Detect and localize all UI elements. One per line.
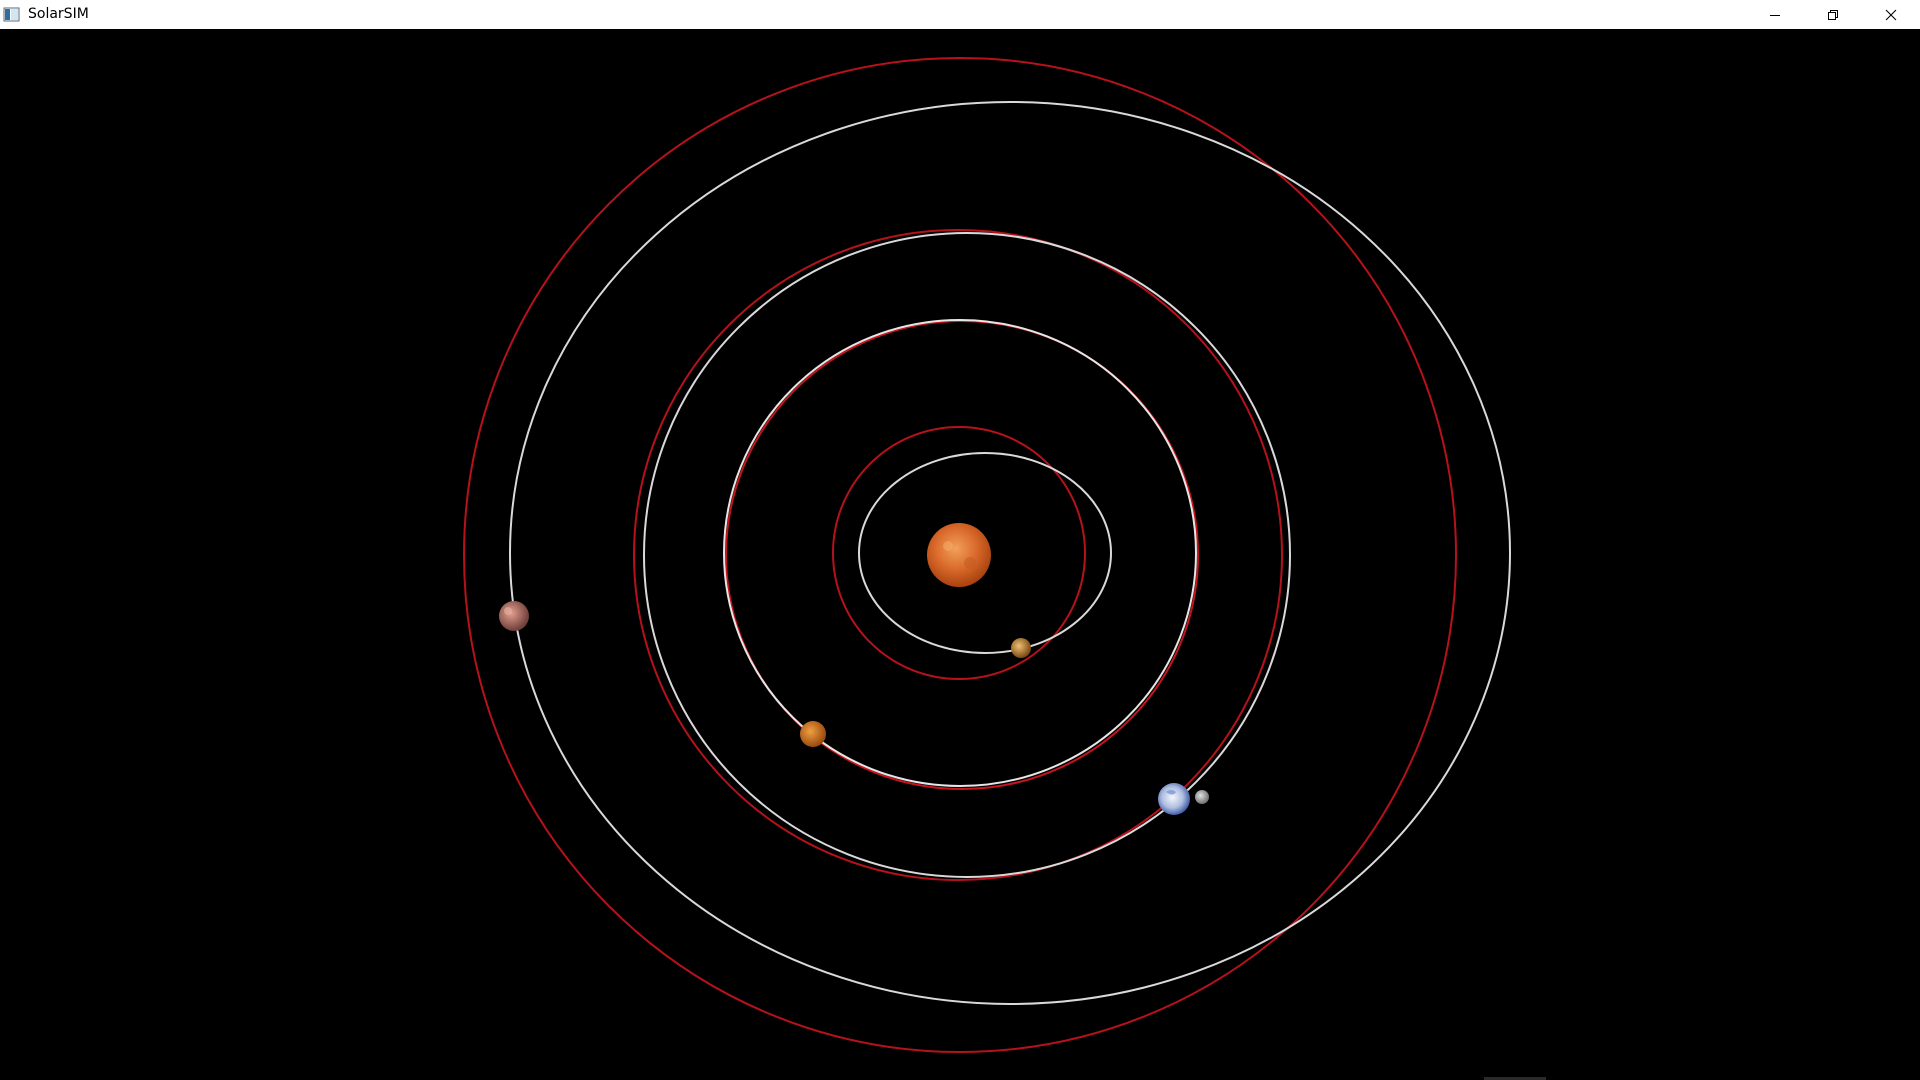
close-icon	[1885, 9, 1897, 20]
restore-button[interactable]	[1804, 0, 1862, 29]
orange-planet[interactable]	[800, 721, 826, 747]
restore-icon	[1828, 9, 1838, 20]
app-window-icon	[3, 6, 20, 23]
sun[interactable]	[927, 523, 991, 587]
moon[interactable]	[1195, 790, 1209, 804]
minimize-icon	[1770, 14, 1780, 16]
close-button[interactable]	[1862, 0, 1920, 29]
orbit-white-4	[509, 101, 1511, 1005]
window-title: SolarSIM	[28, 6, 89, 22]
earth[interactable]	[1158, 783, 1190, 815]
minimize-button[interactable]	[1746, 0, 1804, 29]
title-bar[interactable]: SolarSIM	[0, 0, 1920, 29]
solar-system-canvas	[463, 57, 1511, 1053]
window-controls	[1746, 0, 1920, 29]
simulation-viewport[interactable]	[0, 29, 1920, 1080]
inner-planet[interactable]	[1011, 638, 1031, 658]
outer-planet[interactable]	[499, 601, 529, 631]
